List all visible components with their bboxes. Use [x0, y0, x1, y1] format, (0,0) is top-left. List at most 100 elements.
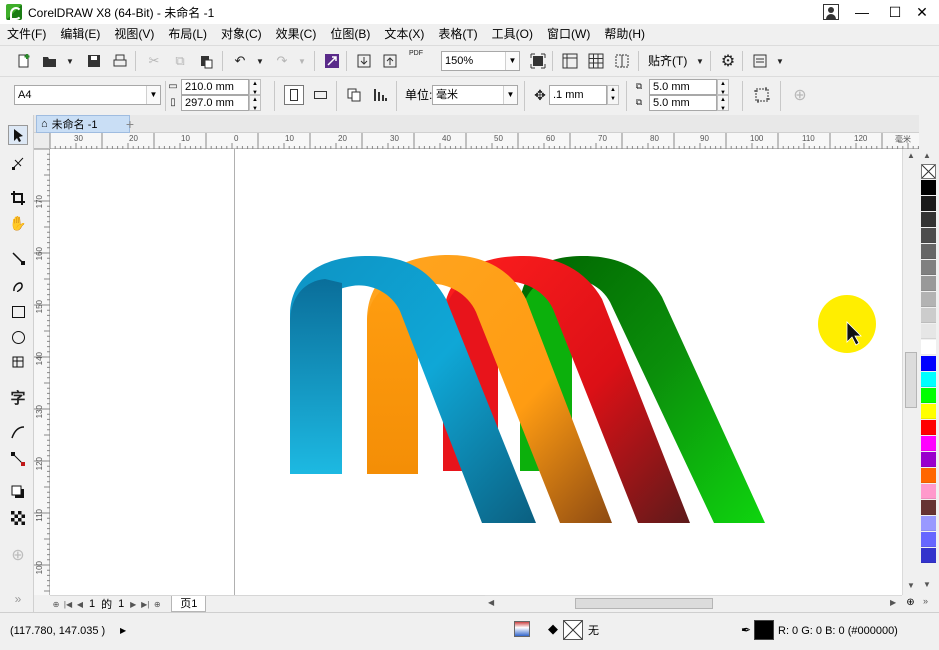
nudge-spinner[interactable]: ▲ ▼ [607, 85, 619, 105]
menu-window[interactable]: 窗口(W) [540, 24, 597, 44]
menu-bitmaps[interactable]: 位图(B) [323, 24, 377, 44]
outline-color-swatch[interactable] [754, 620, 774, 640]
freehand-tool-icon[interactable] [8, 248, 28, 268]
color-swatch[interactable] [921, 180, 936, 195]
page-width-spinner[interactable]: ▲ ▼ [249, 79, 261, 96]
vertical-scroll-thumb[interactable] [905, 352, 917, 408]
page-border-icon[interactable] [752, 85, 772, 105]
outline-pen-icon[interactable]: ✒ [741, 621, 753, 639]
color-swatch[interactable] [921, 500, 936, 515]
export-icon[interactable] [380, 51, 400, 71]
units-select[interactable]: 毫米 ▼ [432, 85, 518, 105]
zoom-navigator-icon[interactable]: ⊕ [902, 595, 919, 612]
menu-file[interactable]: 文件(F) [0, 24, 53, 44]
ruler-origin[interactable] [34, 133, 50, 149]
snap-dropdown-icon[interactable]: ▼ [690, 51, 710, 71]
current-page-icon[interactable] [370, 85, 390, 105]
account-icon[interactable] [823, 4, 839, 20]
color-swatch[interactable] [921, 388, 936, 403]
fill-bucket-icon[interactable]: ◆ [545, 621, 561, 637]
menu-layout[interactable]: 布局(L) [161, 24, 214, 44]
color-swatch[interactable] [921, 548, 936, 563]
horizontal-scroll-thumb[interactable] [575, 598, 713, 609]
add-page-before-icon[interactable]: ⊕ [50, 600, 62, 609]
color-swatch[interactable] [921, 436, 936, 451]
scroll-down-icon[interactable]: ▼ [907, 581, 915, 590]
scroll-left-icon[interactable]: ◀ [488, 598, 494, 607]
import-icon[interactable] [354, 51, 374, 71]
color-swatch[interactable] [921, 468, 936, 483]
open-folder-icon[interactable] [40, 51, 60, 71]
color-swatch[interactable] [921, 276, 936, 291]
new-document-icon[interactable] [14, 51, 34, 71]
drop-shadow-tool-icon[interactable] [8, 482, 28, 502]
color-swatch[interactable] [921, 532, 936, 547]
search-content-icon[interactable] [322, 51, 342, 71]
show-guidelines-icon[interactable] [612, 51, 632, 71]
page-height-field[interactable]: 297.0 mm [181, 95, 249, 111]
publish-pdf-icon[interactable]: PDF [406, 50, 426, 70]
redo-dropdown-icon[interactable]: ▼ [292, 51, 312, 71]
new-tab-button[interactable]: + [122, 116, 138, 132]
color-swatch[interactable] [921, 228, 936, 243]
duplicate-y-field[interactable]: 5.0 mm [649, 95, 717, 111]
page-height-spinner[interactable]: ▲ ▼ [249, 95, 261, 112]
cut-icon[interactable]: ✂ [144, 51, 164, 71]
horizontal-ruler[interactable]: 30 20 10 0 10 20 30 40 50 60 70 80 90 10… [50, 133, 919, 149]
zoom-level-field[interactable]: 150% ▼ [441, 51, 520, 71]
minimize-button[interactable]: — [845, 0, 879, 24]
color-swatch[interactable] [921, 452, 936, 467]
color-swatch[interactable] [921, 324, 936, 339]
add-tool-icon[interactable]: ⊕ [8, 545, 28, 565]
chevron-down-icon[interactable]: ▼ [60, 51, 80, 71]
zoom-to-page-icon[interactable] [528, 51, 548, 71]
fill-color-swatch[interactable] [563, 620, 583, 640]
color-swatch[interactable] [921, 212, 936, 227]
menu-view[interactable]: 视图(V) [107, 24, 161, 44]
close-button[interactable]: ✕ [905, 0, 939, 24]
ellipse-tool-icon[interactable] [8, 327, 28, 347]
menu-tools[interactable]: 工具(O) [485, 24, 540, 44]
palette-scroll-up-icon[interactable]: ▲ [923, 151, 931, 160]
next-page-icon[interactable]: ▶ [127, 600, 139, 609]
artistic-media-tool-icon[interactable] [8, 275, 28, 295]
duplicate-x-spinner[interactable]: ▲ ▼ [717, 79, 729, 96]
launcher-dropdown-icon[interactable]: ▼ [770, 51, 790, 71]
print-icon[interactable] [110, 51, 130, 71]
previous-page-icon[interactable]: ◀ [74, 600, 86, 609]
color-swatch[interactable] [921, 244, 936, 259]
redo-icon[interactable]: ↷ [272, 51, 292, 71]
color-swatch[interactable] [921, 356, 936, 371]
status-expand-icon[interactable]: ▶ [120, 624, 126, 638]
menu-effects[interactable]: 效果(C) [269, 24, 324, 44]
vertical-scrollbar[interactable]: ▲ ▼ [902, 149, 919, 595]
color-swatch[interactable] [921, 292, 936, 307]
pan-tool-icon[interactable]: ✋ [8, 213, 28, 233]
color-swatch[interactable] [921, 340, 936, 355]
add-toolbar-icon[interactable]: ⊕ [790, 85, 810, 105]
all-pages-icon[interactable] [344, 85, 364, 105]
color-swatch[interactable] [921, 196, 936, 211]
home-icon[interactable]: ⌂ [41, 118, 48, 130]
rectangle-tool-icon[interactable] [8, 302, 28, 322]
color-swatch[interactable] [921, 372, 936, 387]
transparency-tool-icon[interactable] [8, 508, 28, 528]
last-page-icon[interactable]: ▶| [139, 600, 151, 609]
add-page-after-icon[interactable]: ⊕ [151, 600, 163, 609]
application-launcher-icon[interactable] [750, 51, 770, 71]
page-size-dropdown-icon[interactable]: ▼ [146, 86, 160, 104]
pick-tool-icon[interactable] [8, 125, 28, 145]
color-swatch[interactable] [921, 484, 936, 499]
color-swatch[interactable] [921, 308, 936, 323]
save-icon[interactable] [84, 51, 104, 71]
palette-flyout-icon[interactable]: » [923, 596, 928, 606]
portrait-orientation-icon[interactable] [284, 85, 304, 105]
page-width-field[interactable]: 210.0 mm [181, 79, 249, 95]
menu-edit[interactable]: 编辑(E) [53, 24, 107, 44]
document-tab[interactable]: ⌂ 未命名 -1 [36, 115, 130, 133]
paste-icon[interactable] [196, 51, 216, 71]
color-swatch[interactable] [921, 516, 936, 531]
color-swatch[interactable] [921, 420, 936, 435]
zoom-dropdown-icon[interactable]: ▼ [505, 52, 519, 70]
color-swatch[interactable] [921, 260, 936, 275]
